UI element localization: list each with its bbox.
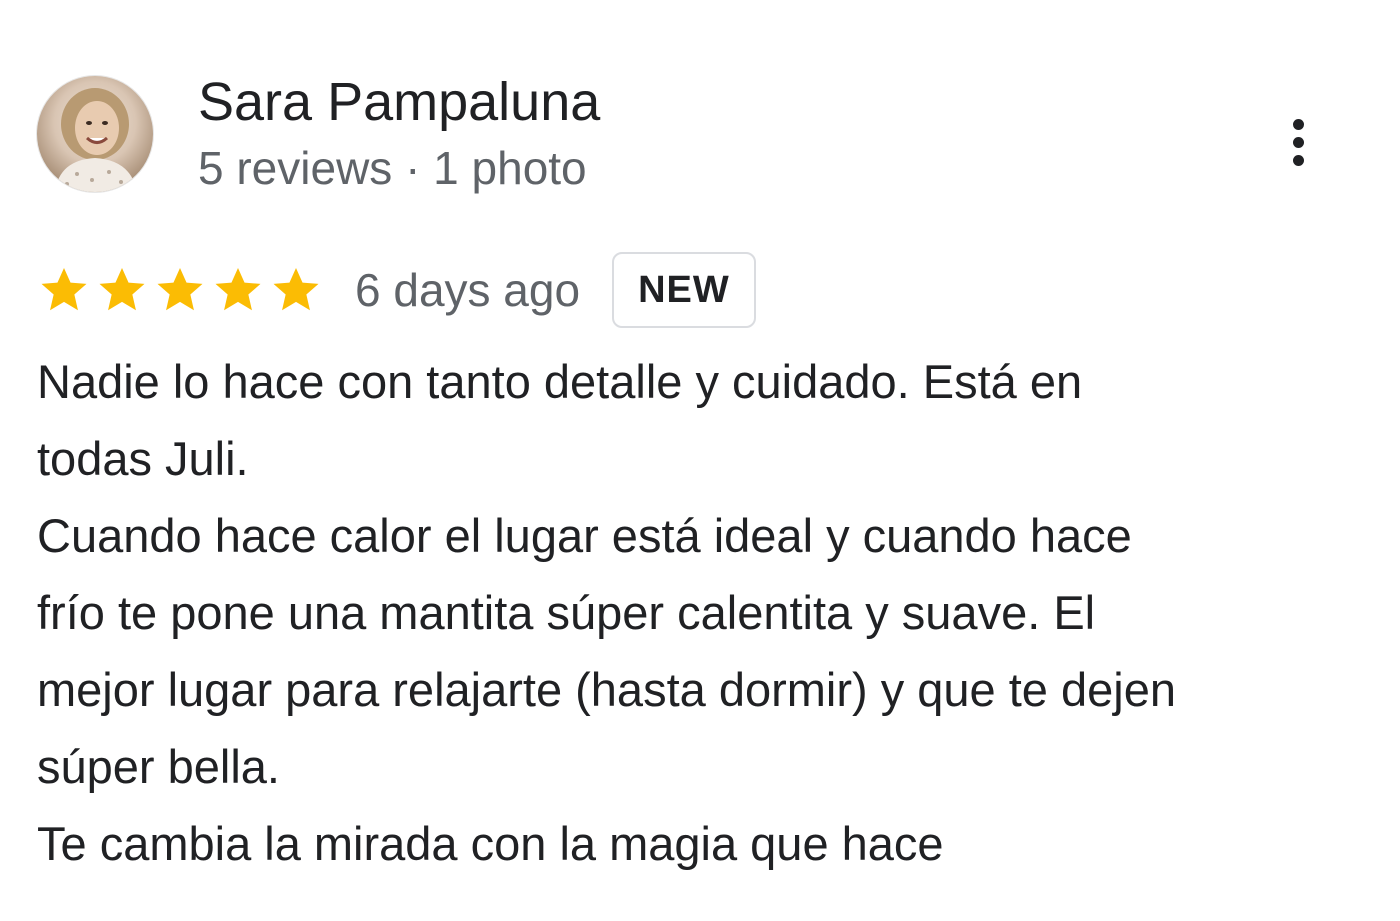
reviewer-name[interactable]: Sara Pampaluna bbox=[198, 70, 600, 134]
review-text-line: Cuando hace calor el lugar está ideal y … bbox=[37, 509, 1132, 562]
star-icon bbox=[211, 263, 265, 317]
review-text-line: frío te pone una mantita súper calentita… bbox=[37, 586, 1096, 639]
review-text-line: Nadie lo hace con tanto detalle y cuidad… bbox=[37, 355, 1083, 408]
more-options-button[interactable] bbox=[1276, 112, 1320, 172]
review-text: Nadie lo hace con tanto detalle y cuidad… bbox=[37, 343, 1367, 882]
review-text-line: mejor lugar para relajarte (hasta dormir… bbox=[37, 663, 1176, 716]
new-badge: NEW bbox=[612, 252, 756, 328]
star-icon bbox=[37, 263, 91, 317]
more-vert-icon-dot bbox=[1292, 154, 1304, 166]
avatar[interactable] bbox=[37, 76, 153, 192]
review-date: 6 days ago bbox=[355, 264, 581, 316]
rating-row: 6 days ago NEW bbox=[37, 250, 756, 330]
more-vert-icon bbox=[1292, 118, 1304, 130]
reviewer-meta: 5 reviews · 1 photo bbox=[198, 142, 587, 194]
review-text-line: todas Juli. bbox=[37, 432, 249, 485]
star-icon bbox=[269, 263, 323, 317]
review-text-line: Te cambia la mirada con la magia que hac… bbox=[37, 817, 944, 870]
more-vert-icon-dot bbox=[1292, 136, 1304, 148]
star-icon bbox=[95, 263, 149, 317]
star-rating bbox=[37, 263, 323, 317]
review-card: Sara Pampaluna 5 reviews · 1 photo 6 day… bbox=[0, 0, 1400, 921]
star-icon bbox=[153, 263, 207, 317]
review-text-line: súper bella. bbox=[37, 740, 280, 793]
